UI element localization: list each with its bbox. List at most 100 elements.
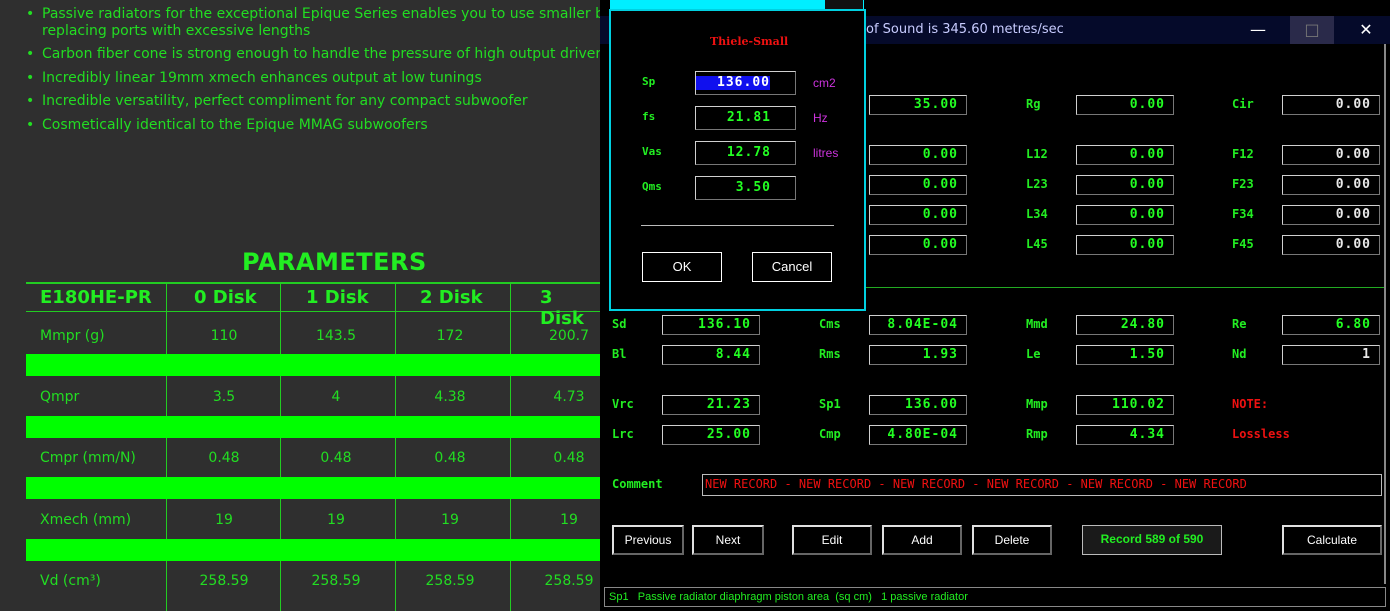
table-row-label: Xmech (mm) xyxy=(40,512,132,528)
field-mmd[interactable]: 24.80 xyxy=(1076,315,1174,335)
field-bl[interactable]: 8.44 xyxy=(662,345,760,365)
dialog-field-fs[interactable]: 21.81 xyxy=(695,106,796,130)
dialog-unit-sp: cm2 xyxy=(813,76,836,90)
field-col2-r2[interactable]: 0.00 xyxy=(869,175,967,195)
dialog-label-fs: fs xyxy=(642,110,656,123)
field-col2-r3[interactable]: 0.00 xyxy=(869,205,967,225)
table-header-3-disk: 3 Disk xyxy=(540,287,584,329)
field-col2-r1[interactable]: 0.00 xyxy=(869,145,967,165)
table-cell: 110 xyxy=(210,328,238,344)
field-col2-top[interactable]: 35.00 xyxy=(869,95,967,115)
product-webpage: • Passive radiators for the exceptional … xyxy=(0,0,600,611)
table-col-divider xyxy=(510,282,511,611)
dialog-field-vas[interactable]: 12.78 xyxy=(695,141,796,165)
field-f12[interactable]: 0.00 xyxy=(1282,145,1380,165)
previous-button[interactable]: Previous xyxy=(612,525,684,555)
table-cell: 4.38 xyxy=(434,389,466,405)
table-cell: 19 xyxy=(441,512,459,528)
label-vrc: Vrc xyxy=(612,397,634,411)
label-l23: L23 xyxy=(1026,177,1048,191)
label-rms: Rms xyxy=(819,347,841,361)
calculate-button[interactable]: Calculate xyxy=(1282,525,1382,555)
label-rmp: Rmp xyxy=(1026,427,1048,441)
field-l23[interactable]: 0.00 xyxy=(1076,175,1174,195)
table-cell: 258.59 xyxy=(199,573,249,589)
field-l12[interactable]: 0.00 xyxy=(1076,145,1174,165)
table-cell: 0.48 xyxy=(320,450,352,466)
maximize-button[interactable]: □ xyxy=(1290,16,1334,44)
next-button[interactable]: Next xyxy=(692,525,764,555)
dialog-label-sp: Sp xyxy=(642,75,656,88)
table-cell: 4 xyxy=(331,389,341,405)
table-header-0-disk: 0 Disk xyxy=(194,287,257,308)
dialog-field-sp[interactable]: 136.00 xyxy=(695,71,796,95)
close-button[interactable]: ✕ xyxy=(1344,16,1388,44)
label-sd: Sd xyxy=(612,317,627,331)
edit-button[interactable]: Edit xyxy=(792,525,872,555)
field-nd[interactable]: 1 xyxy=(1282,345,1380,365)
table-row-label: Cmpr (mm/N) xyxy=(40,450,136,466)
label-lrc: Lrc xyxy=(612,427,634,441)
delete-button[interactable]: Delete xyxy=(972,525,1052,555)
field-rmp[interactable]: 4.34 xyxy=(1076,425,1174,445)
label-mmp: Mmp xyxy=(1026,397,1048,411)
field-f34[interactable]: 0.00 xyxy=(1282,205,1380,225)
minimize-button[interactable]: — xyxy=(1236,16,1280,44)
label-cms: Cms xyxy=(819,317,841,331)
table-cell: 0.48 xyxy=(553,450,585,466)
table-cell: 19 xyxy=(215,512,233,528)
field-le[interactable]: 1.50 xyxy=(1076,345,1174,365)
comment-field[interactable]: NEW RECORD - NEW RECORD - NEW RECORD - N… xyxy=(702,474,1382,496)
dialog-titlebar-edge xyxy=(825,0,863,9)
note-label: NOTE: xyxy=(1232,397,1269,411)
field-f45[interactable]: 0.00 xyxy=(1282,235,1380,255)
table-cell: 19 xyxy=(327,512,345,528)
table-header-model: E180HE-PR xyxy=(40,287,152,308)
table-cell: 143.5 xyxy=(315,328,357,344)
field-cms[interactable]: 8.04E-04 xyxy=(869,315,967,335)
table-header-2-disk: 2 Disk xyxy=(420,287,483,308)
field-re[interactable]: 6.80 xyxy=(1282,315,1380,335)
table-col-divider xyxy=(395,282,396,611)
field-cir[interactable]: 0.00 xyxy=(1282,95,1380,115)
field-vrc[interactable]: 21.23 xyxy=(662,395,760,415)
label-l45: L45 xyxy=(1026,237,1048,251)
status-bar: Sp1 Passive radiator diaphragm piston ar… xyxy=(604,587,1386,607)
label-f23: F23 xyxy=(1232,177,1254,191)
dialog-field-qms[interactable]: 3.50 xyxy=(695,176,796,200)
table-row-label: Mmpr (g) xyxy=(40,328,105,344)
field-cmp[interactable]: 4.80E-04 xyxy=(869,425,967,445)
section-divider xyxy=(865,287,1384,288)
dialog-separator xyxy=(641,225,834,226)
field-rg[interactable]: 0.00 xyxy=(1076,95,1174,115)
table-band xyxy=(26,539,600,561)
label-l34: L34 xyxy=(1026,207,1048,221)
table-row-label: Vd (cm³) xyxy=(40,573,101,589)
table-cell: 4.73 xyxy=(553,389,585,405)
table-header-1-disk: 1 Disk xyxy=(306,287,369,308)
table-cell: 258.59 xyxy=(425,573,475,589)
table-cell: 3.5 xyxy=(212,389,236,405)
field-rms[interactable]: 1.93 xyxy=(869,345,967,365)
add-button[interactable]: Add xyxy=(882,525,962,555)
field-l34[interactable]: 0.00 xyxy=(1076,205,1174,225)
label-bl: Bl xyxy=(612,347,627,361)
table-row-label: Qmpr xyxy=(40,389,80,405)
field-col2-r4[interactable]: 0.00 xyxy=(869,235,967,255)
label-f45: F45 xyxy=(1232,237,1254,251)
field-f23[interactable]: 0.00 xyxy=(1282,175,1380,195)
field-mmp[interactable]: 110.02 xyxy=(1076,395,1174,415)
label-f12: F12 xyxy=(1232,147,1254,161)
parameters-heading: PARAMETERS xyxy=(242,248,427,276)
field-l45[interactable]: 0.00 xyxy=(1076,235,1174,255)
label-cir: Cir xyxy=(1232,97,1254,111)
label-le: Le xyxy=(1026,347,1041,361)
label-nd: Nd xyxy=(1232,347,1247,361)
field-sp1[interactable]: 136.00 xyxy=(869,395,967,415)
ok-button[interactable]: OK xyxy=(642,252,722,282)
label-f34: F34 xyxy=(1232,207,1254,221)
cancel-button[interactable]: Cancel xyxy=(752,252,832,282)
field-lrc[interactable]: 25.00 xyxy=(662,425,760,445)
dialog-field-sp-selection: 136.00 xyxy=(696,76,770,90)
field-sd[interactable]: 136.10 xyxy=(662,315,760,335)
